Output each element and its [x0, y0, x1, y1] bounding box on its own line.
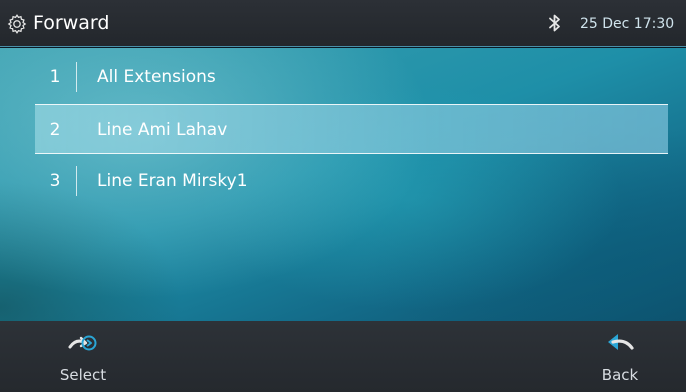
item-index: 1 [49, 67, 61, 87]
select-arrow-icon [68, 335, 97, 351]
item-index: 2 [49, 120, 61, 140]
date-time: 25 Dec 17:30 [580, 16, 675, 32]
item-label: All Extensions [97, 67, 216, 87]
item-label: Line Ami Lahav [97, 120, 228, 140]
status-bar: Forward 25 Dec 17:30 [0, 0, 686, 47]
item-divider [76, 62, 77, 92]
select-softkey[interactable]: Select [43, 321, 123, 392]
item-label: Line Eran Mirsky1 [97, 171, 248, 191]
list-item-all-extensions[interactable]: 1 All Extensions [35, 52, 668, 102]
list-item-line-ami-lahav[interactable]: 2 Line Ami Lahav [35, 104, 668, 154]
phone-screen: Forward 25 Dec 17:30 1 All Extensions 2 … [0, 0, 686, 392]
item-index: 3 [49, 171, 61, 191]
forward-list: 1 All Extensions 2 Line Ami Lahav 3 Line… [0, 48, 686, 321]
softkey-bar: Select Back [0, 321, 686, 392]
back-arrow-icon [608, 334, 634, 350]
item-divider [76, 166, 77, 196]
list-item-line-eran-mirsky1[interactable]: 3 Line Eran Mirsky1 [35, 156, 668, 206]
select-label: Select [59, 366, 107, 384]
bluetooth-icon [549, 14, 560, 32]
gear-icon [7, 14, 27, 34]
page-title: Forward [33, 12, 110, 34]
back-softkey[interactable]: Back [580, 321, 660, 392]
back-label: Back [601, 366, 639, 384]
